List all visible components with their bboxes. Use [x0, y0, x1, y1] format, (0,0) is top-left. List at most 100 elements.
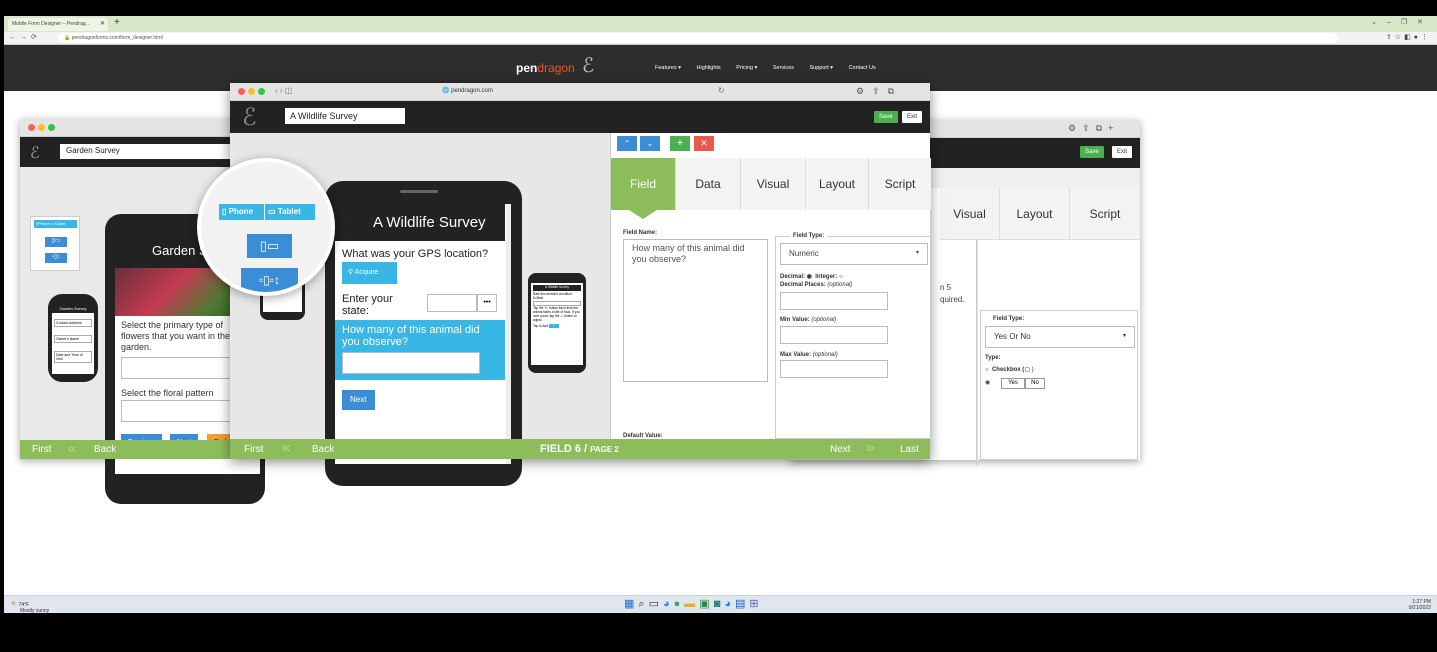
browser-icon[interactable]: ◕ [724, 598, 735, 610]
close-dot[interactable] [238, 88, 245, 95]
field-name-textarea[interactable]: How many of this animal did you observe? [623, 239, 768, 382]
size-icon[interactable]: ▫▯▫↕ [241, 268, 298, 292]
checkbox-option[interactable]: ○ Checkbox (▢ ) [985, 366, 1034, 373]
tab-script[interactable]: Script [1070, 188, 1140, 240]
state-input[interactable] [427, 294, 477, 312]
orientation-icon[interactable]: ▯▭ [247, 234, 292, 258]
mini-tap: Tap to Add + [533, 323, 581, 329]
window-url: 🌐 pendragon.com [442, 88, 493, 94]
yesno-option[interactable]: ◉ [985, 379, 990, 386]
tab-visual[interactable]: Visual [741, 158, 806, 210]
new-tab-button[interactable]: + [114, 17, 120, 28]
field-type-group: Field Type: Yes Or No ▾ Type: ○ Checkbox … [980, 310, 1138, 460]
scrollbar[interactable] [506, 204, 511, 464]
delete-icon[interactable]: ✕ [694, 136, 714, 151]
field-type-select[interactable]: Yes Or No ▾ [985, 326, 1135, 348]
location-pin-icon: ⚲ [348, 269, 354, 276]
browser-tab[interactable]: Mobile Form Designer – Pendrag… ✕ [8, 18, 108, 31]
back-button[interactable]: Back [94, 444, 116, 455]
min-value-input[interactable] [780, 326, 888, 344]
menu-services[interactable]: Services [773, 65, 794, 71]
yes-button[interactable]: Yes [1001, 378, 1025, 389]
mini-header: Garden Survey [52, 304, 94, 313]
orientation-icon[interactable]: ▯▭ [45, 237, 67, 247]
decimal-label: Decimal: [780, 274, 806, 280]
menu-highlights[interactable]: Highlights [697, 65, 721, 71]
save-button[interactable]: Save [874, 111, 898, 123]
form-title-input[interactable]: Garden Survey [60, 144, 240, 159]
move-down-icon[interactable]: ⌄ [640, 136, 660, 151]
windows-icon[interactable]: ▦ [624, 598, 638, 610]
tablet-tab[interactable]: ▭ Tablet [265, 204, 315, 220]
acquire-button[interactable]: ⚲ Acquire [342, 262, 397, 284]
nav-arrows-icon[interactable]: ‹ › ◫ [275, 86, 292, 95]
close-tab-icon[interactable]: ✕ [100, 20, 105, 27]
question-gps: What was your GPS location? [342, 248, 489, 260]
mail-icon[interactable]: ▤ [735, 598, 749, 610]
form-title-input[interactable]: A Wildlife Survey [285, 108, 405, 124]
first-button[interactable]: First [32, 444, 51, 455]
tab-layout[interactable]: Layout [1000, 188, 1070, 240]
more-options-button[interactable]: ••• [477, 294, 497, 312]
window-controls[interactable]: ⌄–❐✕ [1371, 18, 1433, 26]
tab-script[interactable]: Script [869, 158, 931, 210]
checkbox-label-end: ) [1029, 367, 1034, 373]
close-dot[interactable] [28, 124, 35, 131]
phone-header: A Wildlife Survey [335, 204, 505, 241]
exit-button[interactable]: Exit [1112, 146, 1133, 158]
extension-icons[interactable]: ⇪☆◧●⋮ [1386, 33, 1431, 41]
menu-pricing[interactable]: Pricing ▾ [736, 65, 757, 71]
menu-features[interactable]: Features ▾ [655, 65, 681, 71]
zoom-dot[interactable] [258, 88, 265, 95]
app-icon[interactable]: ◙ [714, 598, 725, 610]
tab-data[interactable]: Data [676, 158, 741, 210]
first-button[interactable]: First [244, 444, 263, 455]
minimize-dot[interactable] [248, 88, 255, 95]
phone-tab[interactable]: ▯ Phone [219, 204, 264, 220]
no-button[interactable]: No [1025, 378, 1045, 389]
add-icon[interactable]: + [670, 136, 690, 151]
tab-field[interactable]: Field [611, 158, 676, 210]
max-value-input[interactable] [780, 360, 888, 378]
zoom-dot[interactable] [48, 124, 55, 131]
toolbar-icons[interactable]: ⚙⇪⧉+ [1068, 123, 1119, 134]
tab-layout[interactable]: Layout [806, 158, 869, 210]
decimal-places-input[interactable] [780, 292, 888, 310]
next-button[interactable]: Next [342, 390, 375, 410]
mini-phone-screen: A Wildlife Survey Rate this animal's con… [531, 283, 583, 365]
reload-icon[interactable]: ↻ [718, 86, 725, 95]
last-button[interactable]: Last [900, 444, 919, 455]
exit-button[interactable]: Exit [902, 111, 923, 123]
size-icon[interactable]: ▫▯↕ [45, 253, 67, 263]
mini-row: Owner's Name [54, 335, 92, 343]
count-input[interactable] [342, 352, 480, 374]
decimal-places-label: Decimal Places: (optional) [780, 282, 852, 288]
field-name-label: Field Name: [623, 230, 658, 236]
move-up-icon[interactable]: ⌃ [617, 136, 637, 151]
url-field[interactable]: 🔒 pendragonforms.com/form_designer.html [58, 33, 1338, 43]
chevron-down-icon: ▾ [1122, 333, 1126, 339]
store-icon[interactable]: ▣ [699, 598, 713, 610]
page-counter-text: PAGE 2 [590, 445, 619, 454]
task-view-icon[interactable]: ▭ [649, 598, 663, 610]
field-type-select[interactable]: Numeric ▾ [780, 243, 928, 265]
save-button[interactable]: Save [1080, 146, 1104, 158]
folder-icon[interactable]: ▬ [684, 598, 699, 610]
search-icon[interactable]: ⌕ [638, 598, 648, 610]
tab-visual[interactable]: Visual [940, 188, 1000, 240]
back-button[interactable]: Back [312, 444, 334, 455]
clock[interactable]: 1:27 PM 9/21/2022 [1409, 599, 1431, 611]
nav-buttons-icon[interactable]: ←→⟳ [9, 33, 41, 41]
menu-support[interactable]: Support ▾ [809, 65, 833, 71]
edge-icon[interactable]: ◕ [663, 598, 674, 610]
decimal-integer-radios[interactable]: Decimal: ◉ Integer: ○ [780, 273, 843, 280]
next-nav-button[interactable]: Next [830, 444, 851, 455]
chrome-icon[interactable]: ● [674, 598, 685, 610]
site-logo[interactable]: pendragon [516, 61, 575, 75]
device-tabs[interactable]: ▯Phone ▭Tablet [34, 220, 77, 228]
weather-widget[interactable]: ☀ 74°F Mostly sunny [10, 599, 49, 614]
teams-icon[interactable]: ⊞ [749, 598, 762, 610]
minimize-dot[interactable] [38, 124, 45, 131]
toolbar-icons[interactable]: ⚙⇪⧉ [856, 86, 902, 97]
menu-contact[interactable]: Contact Us [849, 65, 876, 71]
